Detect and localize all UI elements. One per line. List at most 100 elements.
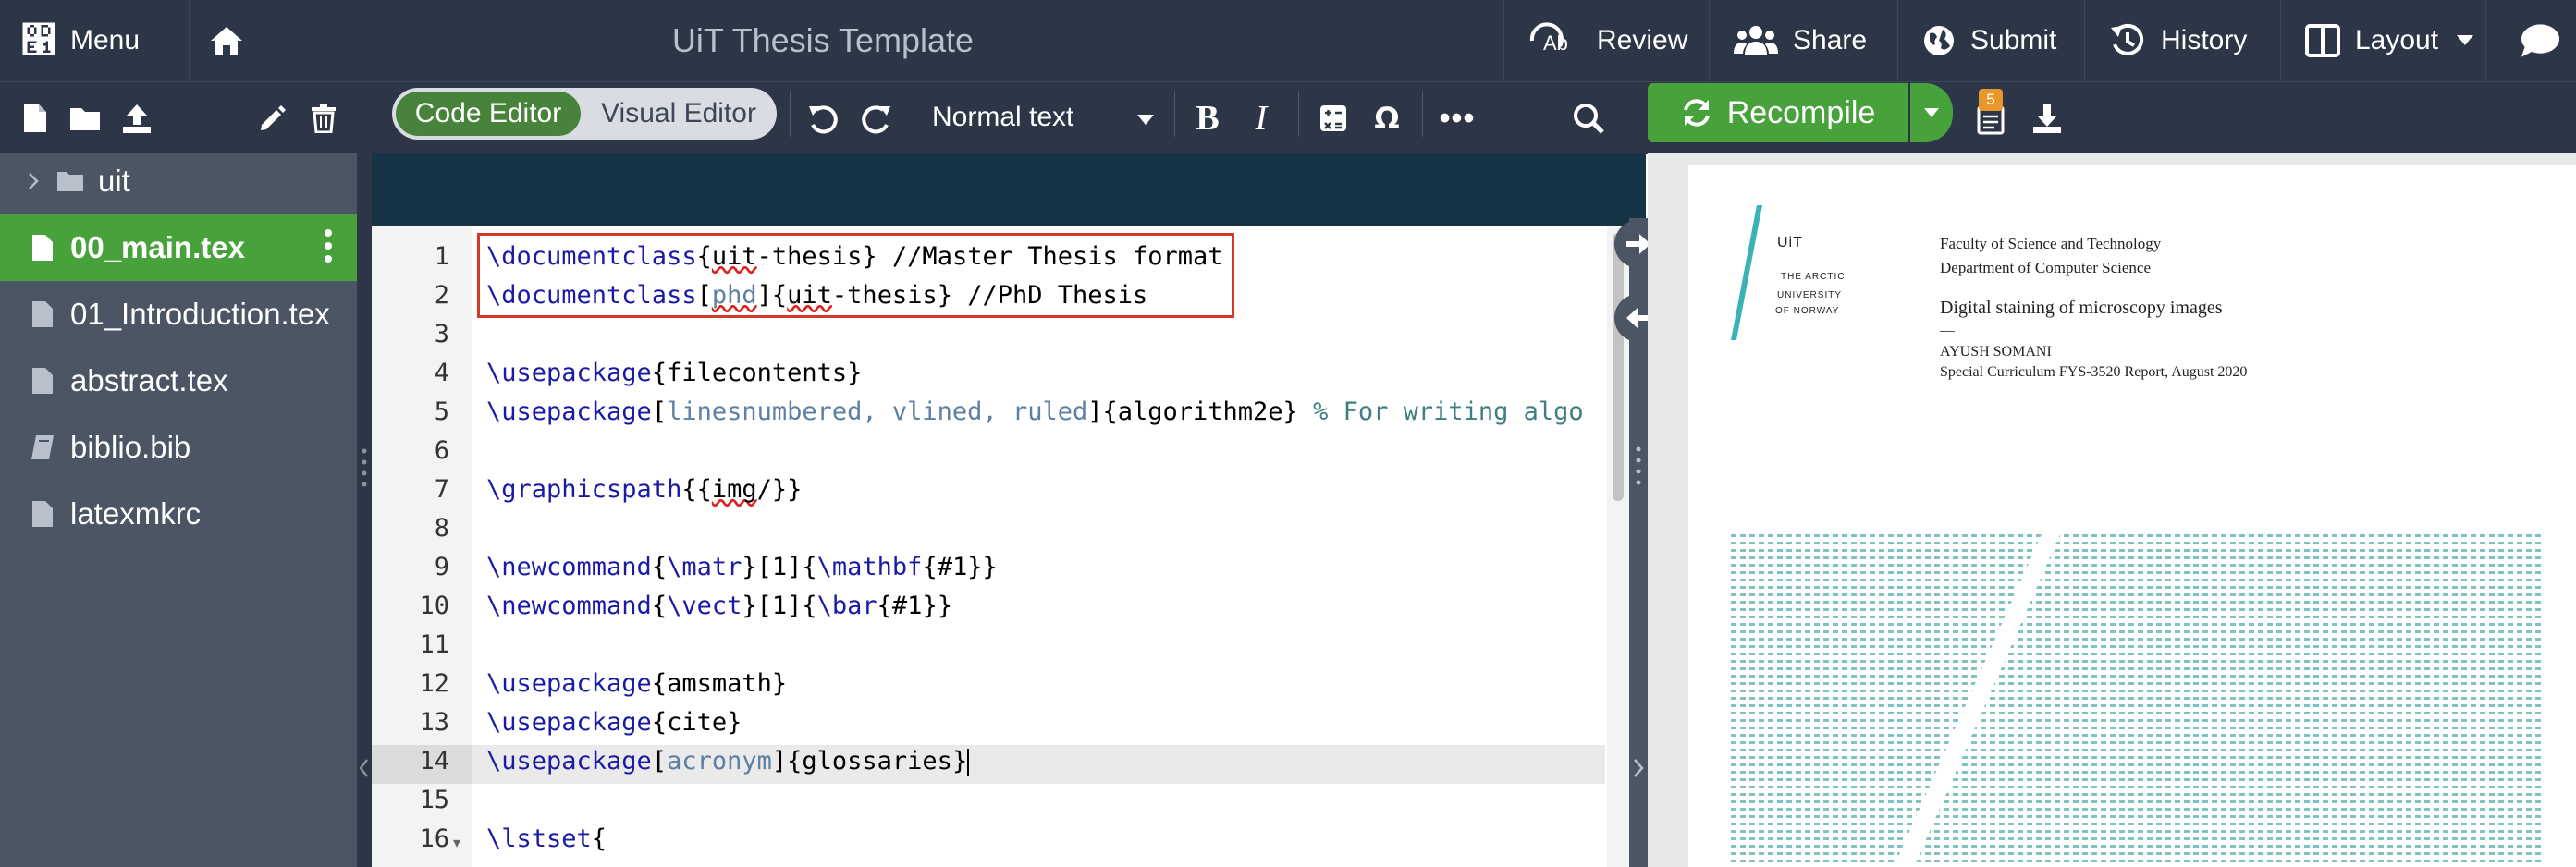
code-line-13: \usepackage{cite} [486,708,742,737]
pdf-rule [1940,331,1955,332]
line-number: 11 [419,630,449,659]
toolbar-divider [1174,91,1175,137]
file-tree-label: 00_main.tex [70,230,245,264]
file-tree-item-00-main-tex[interactable]: 00_main.tex [0,214,357,281]
symbol-button[interactable]: Ω [1368,82,1405,154]
trash-icon [312,104,336,133]
text-style-select[interactable]: Normal text [932,81,1154,153]
code-line-4: \usepackage{filecontents} [486,359,863,387]
refresh-icon [1683,99,1710,127]
pdf-author: AYUSH SOMANI [1940,344,2052,360]
collapse-right-icon[interactable] [1629,754,1648,782]
history-label: History [2161,25,2248,55]
editor-header-band [372,153,1646,218]
code-line-14: \usepackage[acronym]{glossaries} [486,747,970,776]
pdf-cover-pattern [1731,534,2541,867]
project-title[interactable]: UiT Thesis Template [0,0,1646,81]
share-button[interactable]: Share [1709,0,1897,81]
highlight-annotation-box [477,233,1234,318]
file-tree-folder-uit[interactable]: uit [0,148,357,214]
logs-count-badge: 5 [1979,89,2003,111]
drag-handle-icon [362,448,367,487]
line-number: 13 [419,708,449,737]
file-menu-icon[interactable] [324,227,335,272]
review-icon: Ab [1529,22,1568,55]
bold-button[interactable]: B [1191,82,1224,154]
line-number: 1 [434,242,449,271]
globe-icon [1924,26,1954,55]
collapse-left-icon[interactable] [357,754,372,782]
visual-editor-tab[interactable]: Visual Editor [586,92,771,136]
search-icon [1574,104,1604,134]
text-cursor [967,748,970,776]
review-button[interactable]: Ab Review [1503,0,1709,81]
code-line-9: \newcommand{\matr}[1]{\mathbf{#1}} [486,553,998,581]
code-line-16: \lstset{ [486,824,607,853]
line-number: 10 [419,592,449,620]
file-tree-item-01-introduction-tex[interactable]: 01_Introduction.tex [0,281,357,348]
fold-arrow-icon[interactable]: ▾ [453,834,460,851]
new-file-button[interactable] [17,82,54,154]
pdf-thesis-title: Digital staining of microscopy images [1940,298,2223,318]
upload-button[interactable] [117,82,157,154]
toolbar-divider [1422,91,1423,137]
svg-text:Ab: Ab [1543,31,1568,55]
pdf-report-line: Special Curriculum FYS-3520 Report, Augu… [1940,364,2248,380]
new-folder-button[interactable] [65,82,105,154]
file-icon [26,234,59,262]
submit-button[interactable]: Submit [1897,0,2084,81]
chevron-right-icon [28,172,43,190]
folder-icon [54,170,87,192]
file-tree-resize-handle[interactable] [357,153,372,867]
chevron-down-icon [1136,115,1154,125]
book-icon [26,434,59,460]
line-number: 15 [419,786,449,814]
editor-scrollbar-thumb[interactable] [1613,233,1624,501]
rename-button[interactable] [253,82,290,154]
line-number: 7 [434,475,449,504]
history-button[interactable]: History [2084,0,2280,81]
line-number: 8 [434,514,449,543]
file-tree-label: latexmkrc [70,496,202,531]
pdf-faculty: Faculty of Science and Technology [1940,235,2162,252]
toolbar-divider [790,91,791,137]
math-icon [1320,105,1346,131]
line-number: 4 [434,359,449,387]
line-number: 3 [434,320,449,348]
history-icon [2111,23,2144,55]
pencil-icon [261,105,286,130]
file-tree-item-biblio-bib[interactable]: biblio.bib [0,414,357,481]
file-icon [26,300,59,328]
search-button[interactable] [1570,82,1607,154]
layout-button[interactable]: Layout [2280,0,2485,81]
italic-icon: I [1255,99,1268,138]
delete-button[interactable] [305,82,342,154]
file-tree-label: biblio.bib [70,430,191,464]
undo-button[interactable] [801,82,845,154]
download-pdf-button[interactable] [2027,82,2067,154]
line-number: 14 [419,747,449,775]
recompile-button[interactable]: Recompile [1648,83,1908,142]
file-tree-item-latexmkrc[interactable]: latexmkrc [0,481,357,547]
math-button[interactable] [1315,82,1352,154]
review-label: Review [1597,25,1688,55]
toolbar-divider [1298,91,1299,137]
new-file-icon [24,104,46,132]
download-icon [2033,104,2061,133]
layout-icon [2305,24,2340,57]
chat-icon [2521,24,2560,57]
chat-button[interactable] [2485,0,2576,81]
redo-button[interactable] [854,82,899,154]
file-tree-item-abstract-tex[interactable]: abstract.tex [0,348,357,414]
share-users-icon [1734,26,1778,55]
ellipsis-icon: ••• [1439,100,1476,136]
more-options-button[interactable]: ••• [1439,82,1476,154]
bold-icon: B [1196,99,1220,138]
code-line-10: \newcommand{\vect}[1]{\bar{#1}} [486,592,952,620]
line-number: 2 [434,281,449,310]
file-icon [26,367,59,395]
italic-button[interactable]: I [1245,82,1278,154]
code-editor-tab[interactable]: Code Editor [396,92,581,136]
submit-label: Submit [1970,25,2057,55]
line-number: 12 [419,669,449,698]
